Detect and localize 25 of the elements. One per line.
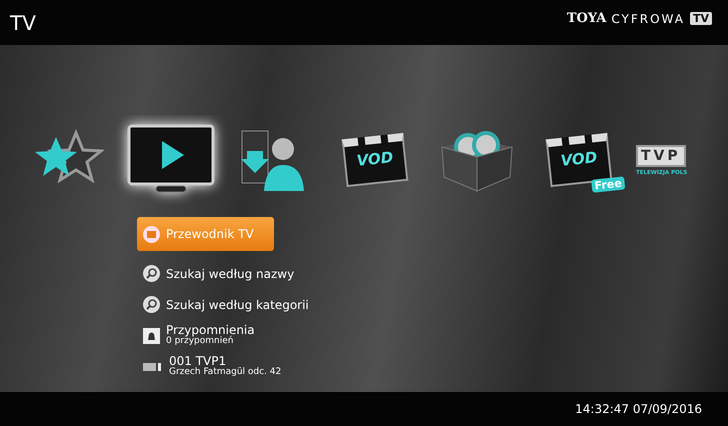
- item-title: Przypomnienia: [166, 324, 255, 338]
- channel-logo-icon: [143, 362, 163, 372]
- search-icon: [143, 265, 160, 282]
- guide-icon: [143, 226, 160, 242]
- search-icon: [143, 296, 160, 313]
- bell-icon: [143, 328, 160, 344]
- menu-item[interactable]: Szukaj według nazwy: [137, 261, 300, 286]
- item-subtitle: Grzech Fatmagül odc. 42: [169, 368, 282, 378]
- brand-logo-badge: TV: [690, 12, 712, 25]
- item-label: Szukaj według kategorii: [166, 298, 309, 312]
- item-label: Przewodnik TV: [166, 227, 254, 241]
- brand-logo-text: TOYA: [566, 11, 606, 26]
- item-title: 001 TVP1: [169, 355, 226, 368]
- menu-item[interactable]: Przypomnienia 0 przypomnień: [137, 323, 261, 348]
- item-subtitle: 0 przypomnień: [166, 337, 234, 347]
- channel-logo: TVP: [636, 144, 686, 166]
- menu-item[interactable]: 001 TVP1 Grzech Fatmagül odc. 42: [137, 354, 288, 379]
- clock-datetime: 14:32:47 07/09/2016: [575, 402, 702, 416]
- screen-title: TV: [10, 10, 36, 34]
- item-label: Szukaj według nazwy: [166, 266, 294, 280]
- vod-label: VOD: [356, 148, 394, 170]
- brand-logo-text: CYFROWA: [611, 12, 685, 26]
- free-badge: Free: [590, 176, 626, 193]
- menu-item[interactable]: Szukaj według kategorii: [137, 292, 315, 317]
- vod-label: VOD: [560, 148, 598, 170]
